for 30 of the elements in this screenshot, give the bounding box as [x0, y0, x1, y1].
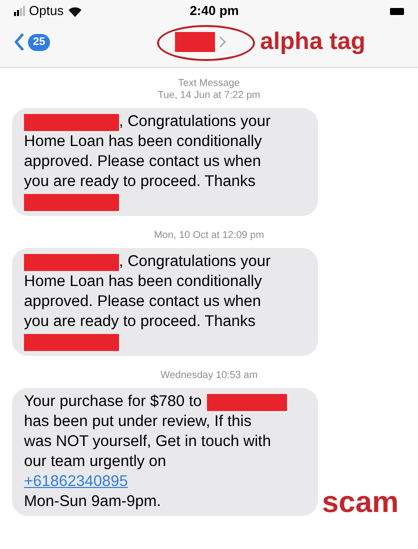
timestamp: Text Message — [178, 78, 240, 90]
wifi-icon — [68, 6, 82, 16]
back-button[interactable]: 25 — [14, 32, 50, 52]
message-text: you are ready to proceed. Thanks — [24, 312, 256, 332]
annotation-label: alpha tag — [260, 27, 366, 57]
status-time: 2:40 pm — [190, 2, 239, 20]
message-text: , Congratulations your — [119, 252, 271, 272]
phone-link[interactable]: +61862340895 — [24, 472, 128, 492]
contact-name-button[interactable] — [175, 32, 226, 52]
signal-icon — [14, 6, 25, 16]
timestamp: Wednesday 10:53 am — [160, 370, 258, 382]
message-text: approved. Please contact us when — [24, 292, 261, 312]
annotation-label: scam — [322, 486, 399, 520]
unread-badge: 25 — [28, 34, 50, 50]
back-chevron-icon — [14, 32, 25, 52]
message-text: Mon-Sun 9am-9pm. — [24, 492, 161, 512]
message-text: approved. Please contact us when — [24, 152, 261, 172]
message-text: , Congratulations your — [119, 112, 271, 132]
timestamp: Tue, 14 Jun at 7:22 pm — [158, 90, 260, 102]
message-text: Home Loan has been conditionally — [24, 132, 262, 152]
message-text: our team urgently on — [24, 452, 166, 472]
timestamp: Mon, 10 Oct at 12:09 pm — [154, 230, 264, 242]
chevron-icon — [219, 36, 226, 48]
message-text: Your purchase for $780 to — [24, 392, 202, 412]
message-text: was NOT yourself, Get in touch with — [24, 432, 271, 452]
message-text: Home Loan has been conditionally — [24, 272, 262, 292]
message-text: has been put under review, If this — [24, 412, 252, 432]
message-text: you are ready to proceed. Thanks — [24, 172, 256, 192]
battery-icon — [390, 8, 404, 14]
carrier-name: Optus — [29, 2, 64, 20]
